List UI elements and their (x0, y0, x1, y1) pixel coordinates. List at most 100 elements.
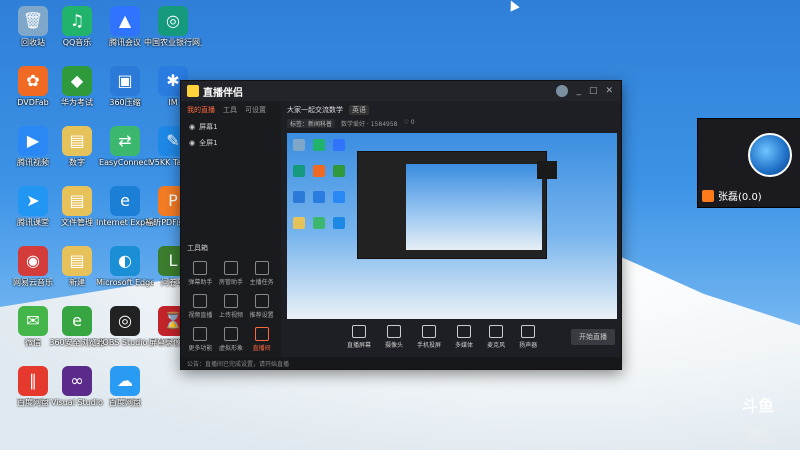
app-icon: ◉ (18, 246, 48, 276)
tool-item[interactable]: 直播间 (246, 327, 277, 352)
live-preview[interactable] (287, 133, 617, 319)
live-companion-window[interactable]: 直播伴侣 _ □ ✕ 我的直播 工具 可设置 ◉ 屏幕1 ◉ 全屏1 工具箱 弹… (180, 80, 622, 370)
left-panel: 我的直播 工具 可设置 ◉ 屏幕1 ◉ 全屏1 工具箱 弹幕助手 房管助手 主播任务… (181, 101, 281, 369)
bottom-tool-label: 直播屏幕 (347, 342, 372, 349)
bottom-tool-icon (489, 325, 504, 338)
tool-label: 房管助手 (218, 279, 243, 286)
bottom-tool-label: 麦克风 (487, 342, 506, 349)
bottom-tool-label: 手机投屏 (417, 342, 442, 349)
tool-label: 视频直播 (188, 312, 213, 319)
scene-item[interactable]: ◉ 全屏1 (181, 135, 281, 151)
tool-item[interactable]: 弹幕助手 (185, 261, 216, 286)
tab-my-live[interactable]: 我的直播 (187, 105, 215, 115)
app-icon: ▤ (62, 246, 92, 276)
app-icon: ◆ (62, 66, 92, 96)
tool-icon (223, 294, 238, 308)
bottom-tool-label: 多媒体 (455, 342, 474, 349)
bottom-tool-label: 扬声器 (519, 342, 538, 349)
tool-item[interactable]: 房管助手 (216, 261, 247, 286)
nested-desktop-icon (293, 191, 305, 203)
app-icon: ∥ (18, 366, 48, 396)
stage-likes: ♡ 0 (403, 119, 415, 126)
tool-label: 更多功能 (188, 345, 213, 352)
mouse-cursor (506, 0, 520, 12)
title-bar[interactable]: 直播伴侣 _ □ ✕ (181, 81, 621, 101)
bottom-tool-button[interactable]: 麦克风 (487, 325, 505, 349)
watermark-room: 直播间 1584958 (746, 429, 778, 446)
nested-desktop-icon (333, 139, 345, 151)
nested-desktop-icon (313, 165, 325, 177)
nested-desktop-icon (293, 217, 305, 229)
tool-label: 虚拟形象 (218, 345, 243, 352)
tool-icon (193, 294, 208, 308)
minimize-button[interactable]: _ (576, 86, 581, 96)
user-avatar[interactable] (556, 85, 569, 97)
nested-desktop-icon (293, 139, 305, 151)
tool-label: 直播间 (252, 345, 271, 352)
streamer-avatar (748, 133, 792, 177)
app-icon: ⇄ (110, 126, 140, 156)
app-icon: ▶ (18, 126, 48, 156)
stage-tag[interactable]: 英语 (349, 105, 369, 115)
tool-item[interactable]: 主播任务 (246, 261, 277, 286)
stage-title: 大家一起交流数学 (287, 106, 343, 114)
nested-camera (537, 161, 557, 179)
stage-label[interactable]: 标签：新闻科普 (287, 119, 336, 128)
tool-icon (254, 261, 269, 275)
app-icon: ➤ (18, 186, 48, 216)
camera-overlay: 张磊(0.0) (697, 118, 800, 208)
bottom-tool-icon (457, 325, 472, 338)
nested-desktop-icon (333, 217, 345, 229)
bottom-tool-label: 摄像头 (385, 342, 404, 349)
app-icon: ▤ (62, 126, 92, 156)
tab-tools[interactable]: 工具 (223, 105, 237, 115)
streamer-name: 张磊(0.0) (718, 192, 762, 203)
nested-desktop-icon (313, 191, 325, 203)
toolbox-title: 工具箱 (187, 244, 208, 252)
bottom-tool-button[interactable]: 多媒体 (455, 325, 473, 349)
tool-icon (193, 327, 208, 341)
close-button[interactable]: ✕ (605, 86, 613, 96)
bottom-tool-button[interactable]: 直播屏幕 (347, 325, 371, 349)
desktop-icon[interactable]: ☁ 百度网盘 (96, 364, 154, 420)
maximize-button[interactable]: □ (589, 86, 598, 96)
bottom-tool-button[interactable]: 扬声器 (519, 325, 537, 349)
app-icon: ♫ (62, 6, 92, 36)
tool-icon (254, 327, 269, 341)
start-live-button[interactable]: 开始直播 (571, 329, 615, 345)
app-icon: 🗑 (18, 6, 48, 36)
app-icon: e (62, 306, 92, 336)
scene-item-label: 全屏1 (199, 139, 218, 147)
tool-label: 弹幕助手 (188, 279, 213, 286)
tool-item[interactable]: 推荐设置 (246, 294, 277, 319)
tool-icon (223, 261, 238, 275)
scene-item-label: 屏幕1 (199, 123, 218, 131)
bottom-tool-button[interactable]: 手机投屏 (417, 325, 441, 349)
nested-desktop-icon (293, 165, 305, 177)
tool-item[interactable]: 虚拟形象 (216, 327, 247, 352)
nested-preview (406, 164, 542, 250)
tool-item[interactable]: 更多功能 (185, 327, 216, 352)
tool-item[interactable]: 上传视频 (216, 294, 247, 319)
eye-icon[interactable]: ◉ (189, 123, 195, 131)
eye-icon[interactable]: ◉ (189, 139, 195, 147)
bottom-tool-icon (521, 325, 536, 338)
nested-desktop-icon (333, 165, 345, 177)
app-icon: ☁ (110, 366, 140, 396)
scene-item[interactable]: ◉ 屏幕1 (181, 119, 281, 135)
app-icon: ∞ (62, 366, 92, 396)
tool-icon (254, 294, 269, 308)
watermark-brand: 斗鱼 (742, 396, 775, 415)
app-icon: ✿ (18, 66, 48, 96)
app-logo-icon (187, 85, 199, 97)
bottom-tool-button[interactable]: 摄像头 (385, 325, 403, 349)
app-icon: ◐ (110, 246, 140, 276)
toolbox-grid: 弹幕助手 房管助手 主播任务视频直播 上传视频 推荐设置更多功能 虚拟形象 直播间 (185, 261, 277, 352)
tab-settings[interactable]: 可设置 (245, 105, 266, 115)
desktop-icon[interactable]: ◎ 中国农业银行网上银行 (144, 4, 202, 60)
tool-item[interactable]: 视频直播 (185, 294, 216, 319)
tool-label: 推荐设置 (249, 312, 274, 319)
app-icon: ▤ (62, 186, 92, 216)
stage-header: 大家一起交流数学 英语 标签：新闻科普 数学爱好 · 1584958 ♡ 0 (287, 105, 615, 131)
nested-desktop-icon (313, 217, 325, 229)
